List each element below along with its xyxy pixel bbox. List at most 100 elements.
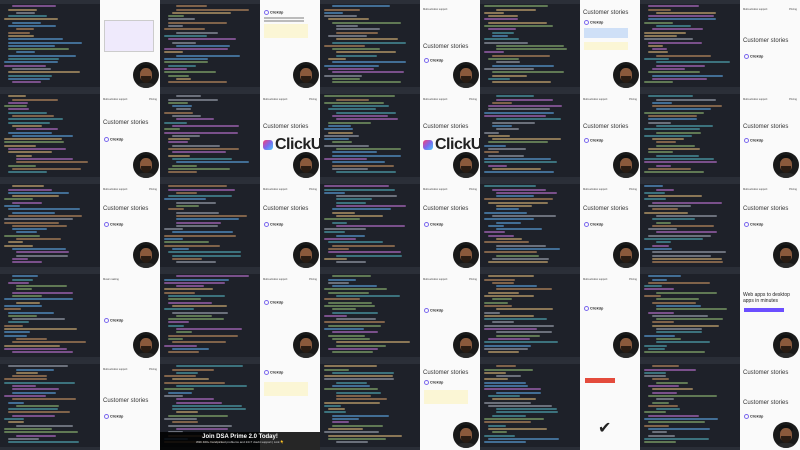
nav-link-pricing: Pricing [469, 278, 477, 281]
thumbnail-r3c2[interactable]: Multi-window support Pricing Customer st… [160, 180, 320, 270]
nav-link: Multi-window support [743, 98, 768, 101]
desktop-apps-heading: Web apps to desktop apps in minutes [743, 292, 790, 304]
clickup-label: ClickUp [264, 300, 283, 305]
customer-stories-heading: Customer stories [103, 120, 149, 126]
code-editor [640, 270, 740, 360]
presenter-avatar [293, 62, 319, 88]
clickup-label: ClickUp [104, 222, 123, 227]
presenter-avatar [293, 332, 319, 358]
nav-link: Multi-window support [263, 278, 288, 281]
code-editor [480, 270, 580, 360]
presenter-avatar [293, 242, 319, 268]
clickup-label: ClickUp [744, 138, 763, 143]
code-editor [320, 270, 420, 360]
nav-link-pricing: Pricing [789, 188, 797, 191]
clickup-label: ClickUp [584, 138, 603, 143]
clickup-label: ClickUp [104, 414, 123, 419]
clickup-label: ClickUp [584, 306, 603, 311]
code-editor [640, 90, 740, 180]
code-editor [640, 180, 740, 270]
presenter-avatar [773, 242, 799, 268]
nav-link-pricing: Pricing [789, 98, 797, 101]
thumbnail-r2c3[interactable]: Multi-window support Pricing Customer st… [320, 90, 480, 180]
highlight-box [264, 24, 308, 38]
thumbnail-r4c2[interactable]: Multi-window support Pricing ClickUp [160, 270, 320, 360]
code-editor [480, 360, 580, 450]
presenter-avatar [773, 152, 799, 178]
presenter-avatar [613, 62, 639, 88]
thumbnail-r5c4[interactable]: ✔ [480, 360, 640, 450]
nav-link: Multi-window support [103, 98, 128, 101]
clickup-label: ClickUp [264, 10, 283, 15]
presenter-avatar [133, 152, 159, 178]
nav-link-pricing: Pricing [629, 98, 637, 101]
clickup-logo: ClickUp [423, 136, 480, 154]
clickup-label: ClickUp [584, 222, 603, 227]
presenter-avatar [453, 332, 479, 358]
nav-link: Multi-window support [263, 188, 288, 191]
thumbnail-r5c3[interactable]: Customer stories ClickUp [320, 360, 480, 450]
code-editor [320, 0, 420, 90]
clickup-label: ClickUp [424, 58, 443, 63]
customer-stories-heading: Customer stories [263, 124, 309, 130]
nav-link: Multi-window support [103, 368, 128, 371]
code-editor [640, 360, 740, 450]
nav-link: Multi-window support [423, 8, 448, 11]
thumbnail-r5c5[interactable]: Customer stories Customer stories ClickU… [640, 360, 800, 450]
clickup-logo: ClickUp [263, 136, 320, 154]
thumbnail-r3c3[interactable]: Multi-window support Pricing Customer st… [320, 180, 480, 270]
nav-link-pricing: Pricing [789, 8, 797, 11]
presenter-avatar [613, 332, 639, 358]
clickup-label: ClickUp [744, 414, 763, 419]
thumbnail-r3c4[interactable]: Multi-window support Pricing Customer st… [480, 180, 640, 270]
nav-link: Multi-window support [583, 98, 608, 101]
thumbnail-r5c1[interactable]: Multi-window support Pricing Customer st… [0, 360, 160, 450]
thumbnail-r1c2[interactable]: ClickUp [160, 0, 320, 90]
nav-link-pricing: Pricing [309, 278, 317, 281]
thumbnail-r2c1[interactable]: Multi-window support Pricing Customer st… [0, 90, 160, 180]
thumbnail-r2c4[interactable]: Multi-window support Pricing Customer st… [480, 90, 640, 180]
nav-link: Multi-window support [743, 188, 768, 191]
presenter-avatar [293, 152, 319, 178]
thumbnail-r2c2[interactable]: Multi-window support Pricing Customer st… [160, 90, 320, 180]
nav-link-pricing: Pricing [469, 98, 477, 101]
nav-link-pricing: Pricing [149, 188, 157, 191]
nav-link: Music making [103, 278, 119, 281]
thumbnail-r2c5[interactable]: Multi-window support Pricing Customer st… [640, 90, 800, 180]
clickup-label: ClickUp [424, 222, 443, 227]
code-editor [0, 0, 100, 90]
customer-stories-heading: Customer stories [743, 370, 789, 376]
thumbnail-r3c1[interactable]: Multi-window support Pricing Customer st… [0, 180, 160, 270]
thumbnail-r1c3[interactable]: Multi-window support Customer stories Cl… [320, 0, 480, 90]
nav-link-pricing: Pricing [629, 278, 637, 281]
code-editor [640, 0, 740, 90]
thumbnail-r4c1[interactable]: Music making ClickUp [0, 270, 160, 360]
thumbnail-r1c1[interactable] [0, 0, 160, 90]
thumbnail-r4c4[interactable]: Multi-window support Pricing ClickUp [480, 270, 640, 360]
promo-banner[interactable]: Join DSA Prime 2.0 Today! With 400+ hand… [160, 432, 320, 450]
thumbnail-r5c2[interactable]: ClickUp Join DSA Prime 2.0 Today! With 4… [160, 360, 320, 450]
customer-stories-heading: Customer stories [743, 38, 789, 44]
code-editor [160, 180, 260, 270]
cta-button[interactable] [744, 308, 784, 312]
thumbnail-r4c5[interactable]: Web apps to desktop apps in minutes [640, 270, 800, 360]
thumbnail-r1c5[interactable]: Multi-window support Pricing Customer st… [640, 0, 800, 90]
nav-link: Multi-window support [583, 188, 608, 191]
nav-link-pricing: Pricing [629, 188, 637, 191]
customer-stories-heading: Customer stories [583, 124, 629, 130]
clickup-label: ClickUp [424, 380, 443, 385]
code-editor [160, 270, 260, 360]
thumbnail-r4c3[interactable]: Multi-window support Pricing ClickUp [320, 270, 480, 360]
browser-preview: Multi-window support Pricing Customer st… [100, 360, 160, 450]
contact-sheet-grid: ClickUp Multi-window support Customer st… [0, 0, 800, 450]
code-editor [0, 360, 100, 450]
code-editor [0, 90, 100, 180]
clickup-label: ClickUp [264, 370, 283, 375]
thumbnail-r3c5[interactable]: Multi-window support Pricing Customer st… [640, 180, 800, 270]
customer-stories-heading: Customer stories [423, 124, 469, 130]
thumbnail-r1c4[interactable]: Customer stories ClickUp [480, 0, 640, 90]
browser-preview: Multi-window support Pricing Customer st… [740, 0, 800, 90]
nav-link: Multi-window support [103, 188, 128, 191]
red-button[interactable] [585, 378, 615, 383]
nav-link-pricing: Pricing [149, 368, 157, 371]
